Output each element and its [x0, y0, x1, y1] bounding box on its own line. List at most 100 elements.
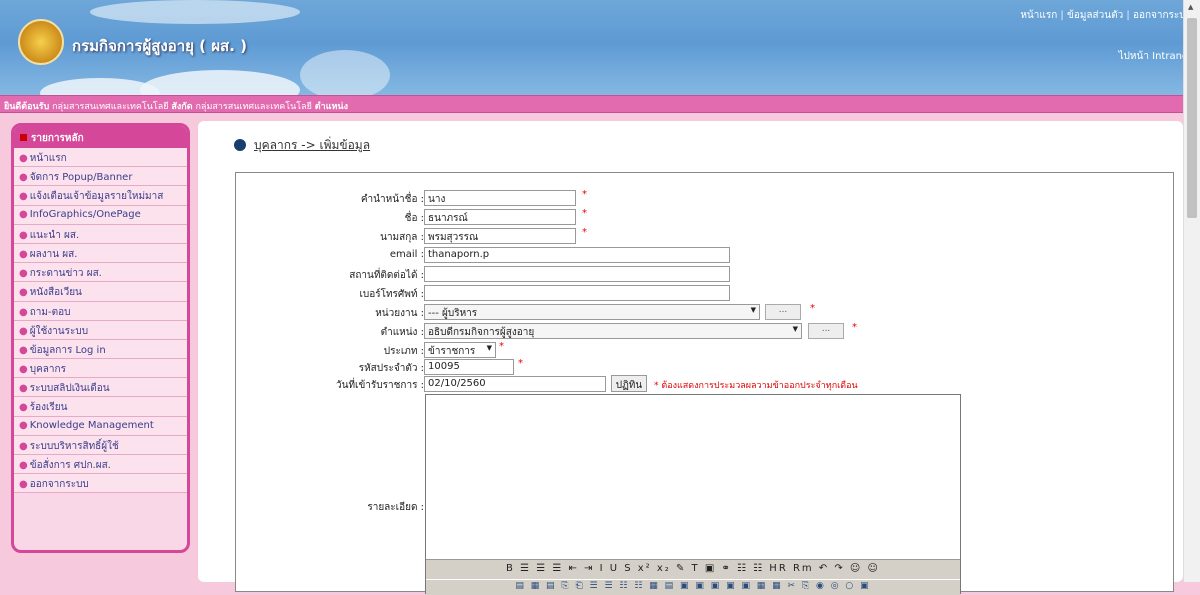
sidebar-item-label: InfoGraphics/OnePage: [29, 208, 141, 220]
page-scrollbar[interactable]: ▲: [1183, 0, 1200, 582]
sidebar-item-permissions[interactable]: ● ระบบบริหารสิทธิ์ผู้ใช้: [14, 435, 187, 455]
editor-toolbar-formatting[interactable]: B ☰ ☰ ☰ ⇤ ⇥ I U S x² x₂ ✎ T ▣ ⚭ ☷ ☷ HR R…: [426, 559, 960, 579]
bullet-icon: ●: [19, 153, 28, 164]
position-lookup-button[interactable]: ...: [808, 323, 844, 339]
sidebar-item-label: ถาม-ตอบ: [29, 306, 71, 318]
employee-id-label: รหัสประจำตัว :: [358, 363, 424, 374]
square-icon: [20, 134, 27, 141]
bullet-icon: ●: [19, 325, 28, 337]
position-select[interactable]: อธิบดีกรมกิจการผู้สูงอายุ: [424, 323, 802, 339]
sidebar-item-notify[interactable]: ● แจ้งเตือนเจ้าข้อมูลรายใหม่มาส: [14, 186, 187, 206]
department-select[interactable]: --- ผู้บริหาร: [424, 304, 760, 320]
sidebar-item-login-log[interactable]: ● ข้อมูลการ Log in: [14, 339, 187, 360]
detail-label: รายละเอียด :: [367, 502, 424, 513]
prefix-input[interactable]: นาง: [424, 190, 576, 206]
sidebar-title: รายการหลัก: [14, 126, 187, 148]
sidebar-item-popup-banner[interactable]: ● จัดการ Popup/Banner: [14, 167, 187, 187]
bullet-icon: ●: [19, 479, 28, 491]
cloud-decoration: [140, 70, 300, 95]
sidebar-item-label: กระดานข่าว ผส.: [29, 268, 102, 280]
bullet-icon: ●: [19, 364, 28, 376]
scroll-up-icon[interactable]: ▲: [1188, 3, 1193, 11]
sidebar-item-label: Knowledge Management: [29, 419, 154, 431]
bullet-icon: ●: [19, 419, 28, 431]
sidebar-item-label: จัดการ Popup/Banner: [29, 172, 133, 184]
bullet-icon: ●: [19, 402, 28, 414]
required-mark: *: [582, 208, 587, 219]
bullet-icon: ●: [19, 383, 28, 395]
sidebar-item-label: หนังสือเวียน: [29, 287, 82, 299]
cloud-decoration: [300, 50, 390, 95]
scrollbar-thumb[interactable]: [1187, 18, 1197, 218]
address-input[interactable]: [424, 266, 730, 282]
first-name-input[interactable]: ธนาภรณ์: [424, 209, 576, 225]
type-label: ประเภท :: [383, 346, 424, 357]
calendar-button[interactable]: ปฏิทิน: [611, 375, 647, 392]
sidebar-item-works[interactable]: ● ผลงาน ผส.: [14, 243, 187, 264]
cloud-decoration: [90, 0, 300, 24]
dept-label: สังกัด: [171, 102, 193, 112]
start-date-input[interactable]: 02/10/2560: [424, 376, 606, 392]
last-name-input[interactable]: พรมสุวรรณ: [424, 228, 576, 244]
address-label: สถานที่ติดต่อได้ :: [349, 270, 424, 281]
site-header: กรมกิจการผู้สูงอายุ ( ผส. ) หน้าแรก | ข้…: [0, 0, 1200, 95]
sidebar-item-label: ข้อมูลการ Log in: [29, 344, 106, 356]
first-name-label: ชื่อ :: [404, 213, 424, 224]
welcome-value: กลุ่มสารสนเทศและเทคโนโลยี: [52, 102, 169, 112]
prefix-label: คำนำหน้าชื่อ :: [360, 194, 424, 205]
sidebar-item-complaint[interactable]: ● ร้องเรียน: [14, 397, 187, 417]
sidebar-item-label: ระบบบริหารสิทธิ์ผู้ใช้: [29, 440, 119, 452]
sidebar-item-home[interactable]: ● หน้าแรก: [14, 148, 187, 168]
department-logo: [18, 19, 64, 65]
bullet-icon: ●: [19, 248, 28, 260]
breadcrumb-text[interactable]: บุคลากร -> เพิ่มข้อมูล: [254, 138, 370, 152]
bullet-icon: ●: [19, 440, 28, 452]
bullet-icon: ●: [19, 191, 28, 203]
intranet-link[interactable]: ไปหน้า Intranet: [1119, 49, 1192, 64]
sidebar-item-infographics[interactable]: ● InfoGraphics/OnePage: [14, 205, 187, 225]
welcome-bar: ยินดีต้อนรับ กลุ่มสารสนเทศและเทคโนโลยี ส…: [0, 95, 1200, 113]
required-mark: *: [852, 322, 857, 333]
sidebar-item-logout[interactable]: ● ออกจากระบบ: [14, 474, 187, 494]
sidebar-item-label: แนะนำ ผส.: [29, 229, 80, 241]
phone-label: เบอร์โทรศัพท์ :: [359, 289, 424, 300]
site-title: กรมกิจการผู้สูงอายุ ( ผส. ): [72, 37, 247, 55]
sidebar-item-label: แจ้งเตือนเจ้าข้อมูลรายใหม่มาส: [29, 191, 164, 203]
required-mark: *: [582, 227, 587, 238]
bullet-icon: [234, 139, 246, 151]
dept-value: กลุ่มสารสนเทศและเทคโนโลยี: [195, 102, 312, 112]
sidebar-item-knowledge[interactable]: ● Knowledge Management: [14, 416, 187, 436]
bullet-icon: ●: [19, 229, 28, 241]
sidebar-item-orders[interactable]: ● ข้อสั่งการ ศปก.ผส.: [14, 455, 187, 475]
sidebar-item-label: ระบบสลิปเงินเดือน: [29, 383, 110, 395]
required-mark: *: [518, 358, 523, 369]
type-select[interactable]: ข้าราชการ: [424, 342, 496, 358]
sidebar-item-payslip[interactable]: ● ระบบสลิปเงินเดือน: [14, 378, 187, 398]
top-link-profile[interactable]: ข้อมูลส่วนตัว: [1067, 10, 1123, 21]
sidebar-item-label: ออกจากระบบ: [29, 479, 89, 491]
sidebar-menu: รายการหลัก ● หน้าแรก ● จัดการ Popup/Banner…: [11, 123, 190, 553]
department-lookup-button[interactable]: ...: [765, 304, 801, 320]
detail-editor[interactable]: B ☰ ☰ ☰ ⇤ ⇥ I U S x² x₂ ✎ T ▣ ⚭ ☷ ☷ HR R…: [425, 394, 961, 595]
personnel-form: คำนำหน้าชื่อ : นาง * ชื่อ : ธนาภรณ์ * นา…: [235, 172, 1174, 595]
sidebar-item-label: ผลงาน ผส.: [29, 248, 78, 260]
employee-id-input[interactable]: 10095: [424, 359, 514, 375]
sidebar-item-news-board[interactable]: ● กระดานข่าว ผส.: [14, 263, 187, 283]
sidebar-item-faq[interactable]: ● ถาม-ตอบ: [14, 301, 187, 321]
top-link-home[interactable]: หน้าแรก: [1020, 10, 1057, 21]
breadcrumb[interactable]: บุคลากร -> เพิ่มข้อมูล: [234, 136, 370, 155]
sidebar-item-users[interactable]: ● ผู้ใช้งานระบบ: [14, 320, 187, 340]
sidebar-item-label: ข้อสั่งการ ศปก.ผส.: [29, 460, 111, 471]
email-field[interactable]: thanaporn.p: [424, 247, 730, 263]
main-content: บุคลากร -> เพิ่มข้อมูล คำนำหน้าชื่อ : นา…: [198, 121, 1183, 595]
bullet-icon: ●: [19, 172, 28, 184]
last-name-label: นามสกุล :: [380, 232, 424, 243]
sidebar-item-personnel[interactable]: ● บุคลากร: [14, 359, 187, 379]
sidebar-item-circular[interactable]: ● หนังสือเวียน: [14, 282, 187, 302]
bullet-icon: ●: [19, 208, 28, 220]
bullet-icon: ●: [19, 287, 28, 299]
sidebar-item-intro[interactable]: ● แนะนำ ผส.: [14, 224, 187, 244]
department-label: หน่วยงาน :: [375, 308, 424, 319]
editor-toolbar-insert[interactable]: ▤ ▦ ▤ ⎘ ⎗ ☰ ☰ ☷ ☷ ▦ ▤ ▣ ▣ ▣ ▣ ▣ ▦ ▦ ✂ ⎘ …: [426, 580, 960, 595]
phone-input[interactable]: [424, 285, 730, 301]
